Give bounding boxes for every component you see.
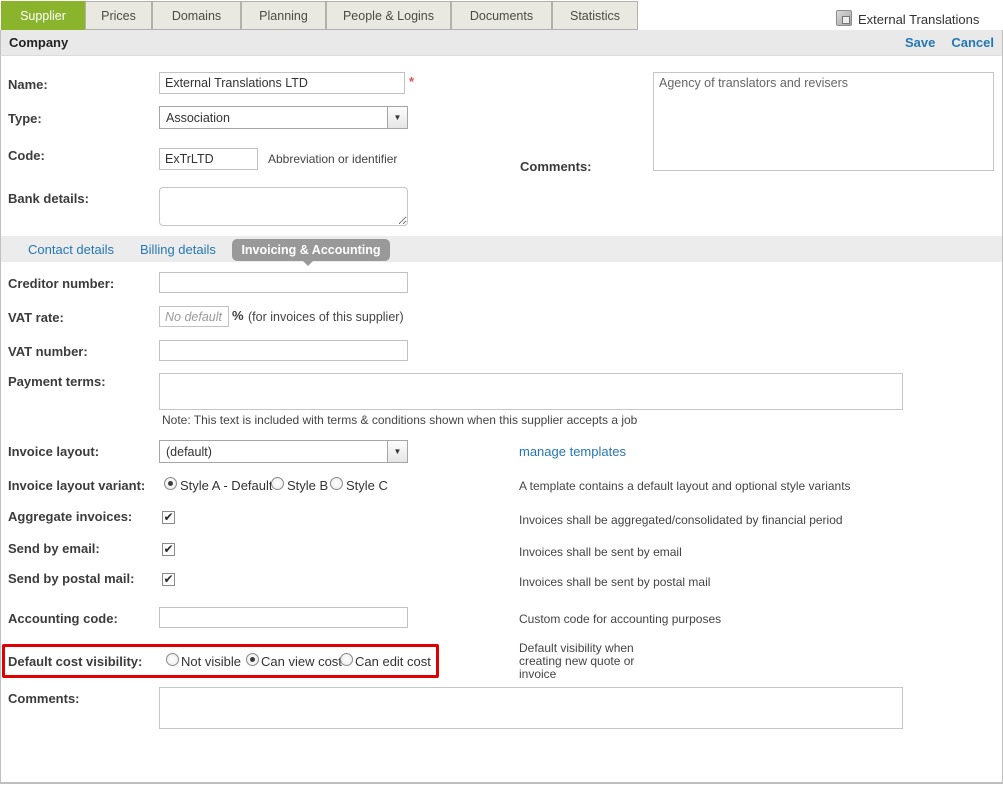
send-by-email-checkbox[interactable]: ✔: [162, 543, 175, 556]
default-cost-visibility-hint-line2: creating new quote or: [519, 654, 634, 668]
tab-people-logins[interactable]: People & Logins: [326, 1, 451, 30]
aggregate-invoices-checkbox[interactable]: ✔: [162, 511, 175, 524]
send-by-email-label: Send by email:: [8, 541, 100, 556]
required-asterisk: *: [409, 74, 414, 89]
vat-number-input[interactable]: [159, 340, 408, 361]
radio-style-b[interactable]: [271, 477, 284, 490]
default-cost-visibility-label: Default cost visibility:: [8, 654, 142, 669]
radio-not-visible[interactable]: [166, 653, 179, 666]
creditor-number-input[interactable]: [159, 272, 408, 293]
payment-terms-label: Payment terms:: [8, 374, 106, 389]
send-by-postal-mail-hint: Invoices shall be sent by postal mail: [519, 575, 710, 589]
invoice-layout-variant-label: Invoice layout variant:: [8, 478, 145, 493]
tab-documents[interactable]: Documents: [451, 1, 552, 30]
vat-rate-input[interactable]: [159, 306, 229, 327]
aggregate-invoices-hint: Invoices shall be aggregated/consolidate…: [519, 513, 843, 527]
send-by-postal-mail-checkbox[interactable]: ✔: [162, 573, 175, 586]
bank-details-textarea[interactable]: [159, 187, 408, 226]
radio-style-c[interactable]: [330, 477, 343, 490]
chevron-down-icon[interactable]: ▼: [387, 441, 407, 462]
payment-terms-note: Note: This text is included with terms &…: [162, 413, 637, 427]
vat-rate-label: VAT rate:: [8, 310, 64, 325]
company-comments-label: Comments:: [520, 159, 592, 174]
accounting-code-input[interactable]: [159, 607, 408, 628]
save-button[interactable]: Save: [905, 35, 935, 50]
type-select-value: Association: [166, 111, 230, 125]
tab-prices[interactable]: Prices: [85, 1, 152, 30]
payment-terms-textarea[interactable]: [159, 373, 903, 410]
send-by-postal-mail-label: Send by postal mail:: [8, 571, 134, 586]
default-cost-visibility-hint-line3: invoice: [519, 667, 556, 681]
radio-can-view-cost[interactable]: [246, 653, 259, 666]
accounting-code-hint: Custom code for accounting purposes: [519, 612, 721, 626]
invoice-layout-select-value: (default): [166, 445, 212, 459]
vat-rate-hint: (for invoices of this supplier): [248, 310, 404, 324]
send-by-email-hint: Invoices shall be sent by email: [519, 545, 682, 559]
tab-contact-details[interactable]: Contact details: [28, 242, 114, 257]
tab-domains[interactable]: Domains: [152, 1, 241, 30]
invoicing-comments-label: Comments:: [8, 691, 80, 706]
code-input[interactable]: [159, 148, 258, 170]
company-header-bar: Company Save Cancel: [0, 30, 1003, 56]
invoicing-comments-textarea[interactable]: [159, 687, 903, 729]
default-cost-visibility-hint-line1: Default visibility when: [519, 641, 634, 655]
aggregate-invoices-label: Aggregate invoices:: [8, 509, 132, 524]
radio-style-a[interactable]: [164, 477, 177, 490]
type-label: Type:: [8, 111, 42, 126]
invoice-layout-label: Invoice layout:: [8, 444, 99, 459]
cancel-button[interactable]: Cancel: [951, 35, 994, 50]
type-select[interactable]: Association ▼: [159, 106, 408, 129]
supplier-page: Supplier Prices Domains Planning People …: [0, 0, 1003, 787]
radio-not-visible-label[interactable]: Not visible: [181, 654, 241, 669]
radio-can-edit-cost[interactable]: [340, 653, 353, 666]
invoice-layout-variant-hint: A template contains a default layout and…: [519, 479, 851, 493]
manage-templates-link[interactable]: manage templates: [519, 444, 626, 459]
radio-style-b-label[interactable]: Style B: [287, 478, 328, 493]
tab-billing-details[interactable]: Billing details: [140, 242, 216, 257]
radio-can-view-cost-label[interactable]: Can view cost: [261, 654, 342, 669]
radio-style-c-label[interactable]: Style C: [346, 478, 388, 493]
code-hint: Abbreviation or identifier: [268, 152, 397, 166]
bank-details-label: Bank details:: [8, 191, 89, 206]
invoice-layout-select[interactable]: (default) ▼: [159, 440, 408, 463]
active-tab-pointer: [303, 261, 313, 266]
company-comments-textarea[interactable]: Agency of translators and revisers: [653, 72, 994, 171]
chevron-down-icon[interactable]: ▼: [387, 107, 407, 128]
vat-number-label: VAT number:: [8, 344, 88, 359]
creditor-number-label: Creditor number:: [8, 276, 114, 291]
tab-supplier[interactable]: Supplier: [1, 1, 85, 30]
accounting-code-label: Accounting code:: [8, 611, 118, 626]
name-label: Name:: [8, 77, 48, 92]
vat-rate-suffix: %: [232, 308, 244, 323]
tab-invoicing-accounting[interactable]: Invoicing & Accounting: [232, 239, 390, 261]
entity-edit-icon[interactable]: [836, 10, 852, 26]
tab-planning[interactable]: Planning: [241, 1, 326, 30]
radio-can-edit-cost-label[interactable]: Can edit cost: [355, 654, 431, 669]
radio-style-a-label[interactable]: Style A - Default: [180, 478, 273, 493]
name-input[interactable]: [159, 72, 405, 94]
section-title: Company: [9, 35, 68, 50]
code-label: Code:: [8, 148, 45, 163]
tab-statistics[interactable]: Statistics: [552, 1, 638, 30]
